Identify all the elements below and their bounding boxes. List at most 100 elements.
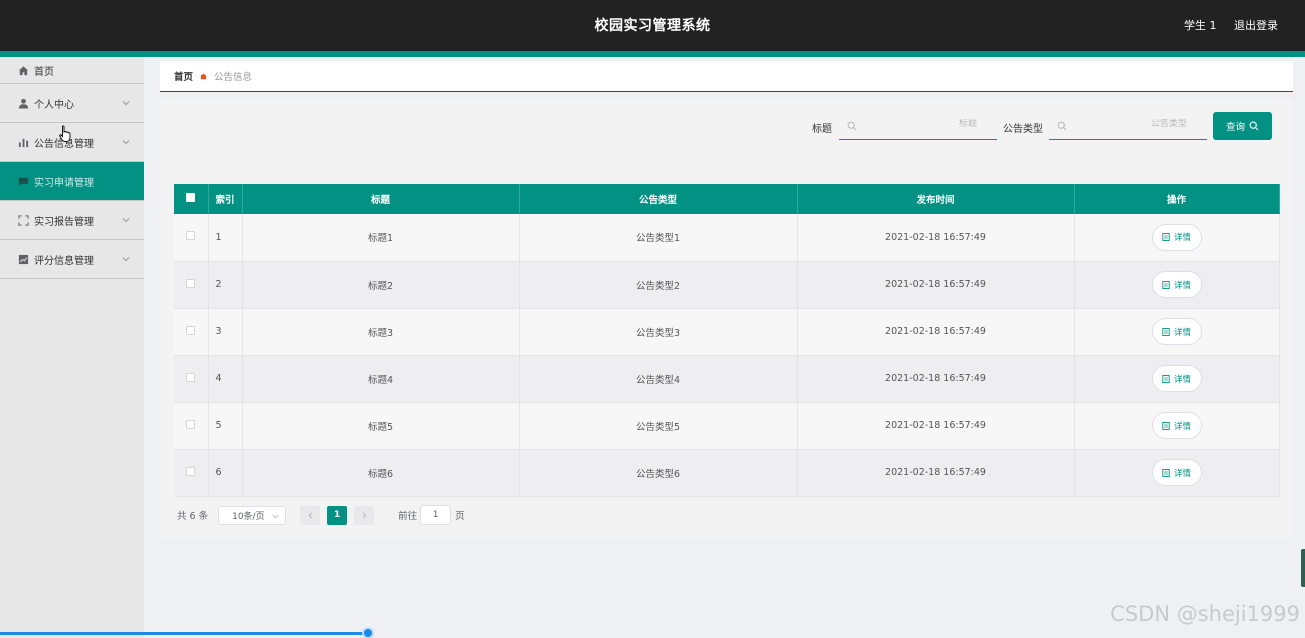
chevron-left-icon — [308, 512, 312, 518]
time-cell: 2021-02-18 16:57:49 — [797, 402, 1075, 450]
row-select-cell — [174, 214, 209, 262]
table-row: 4 标题4 公告类型4 2021-02-18 16:57:49 详情 — [174, 355, 1280, 403]
select-all-checkbox[interactable] — [186, 193, 196, 202]
column-header: 公告类型 — [519, 184, 798, 214]
row-checkbox[interactable] — [186, 278, 196, 288]
logout-link[interactable]: 退出登录 — [1234, 19, 1278, 32]
chevron-down-icon — [122, 218, 130, 223]
table-row: 1 标题1 公告类型1 2021-02-18 16:57:49 详情 — [174, 214, 1280, 262]
column-header: 发布时间 — [797, 184, 1075, 214]
time-cell: 2021-02-18 16:57:49 — [797, 261, 1075, 309]
index-cell: 2 — [208, 261, 243, 309]
chevron-down-icon — [122, 101, 130, 106]
page-size-value: 10条/页 — [232, 511, 265, 522]
next-page-button[interactable] — [354, 505, 375, 525]
type-cell: 公告类型1 — [519, 214, 798, 262]
trend-chart-icon — [18, 254, 29, 264]
detail-button[interactable]: 详情 — [1151, 271, 1202, 298]
detail-button[interactable]: 详情 — [1151, 412, 1202, 439]
title-cell: 标题2 — [242, 261, 520, 309]
video-progress-bar[interactable] — [0, 632, 368, 635]
detail-button[interactable]: 详情 — [1151, 318, 1202, 345]
sidebar-item-notice-management[interactable]: 公告信息管理 — [0, 123, 144, 162]
type-cell: 公告类型5 — [519, 402, 798, 450]
home-icon — [18, 65, 29, 75]
content-panel: 标题 公告类型 查询 索引 标题 公告类型 发布时间 操作 — [160, 99, 1293, 538]
pagination: 共 6 条 10条/页 1 前往 页 — [177, 505, 465, 525]
chevron-down-icon — [122, 140, 130, 145]
sidebar-item-home[interactable]: 首页 — [0, 57, 144, 84]
column-header: 标题 — [242, 184, 520, 214]
video-progress-handle[interactable] — [362, 627, 374, 638]
goto-prefix: 前往 — [398, 511, 418, 522]
sidebar-item-internship-report[interactable]: 实习报告管理 — [0, 201, 144, 240]
chevron-right-icon — [362, 512, 367, 518]
mouse-pointer-icon — [59, 125, 71, 142]
sidebar-item-label: 评分信息管理 — [34, 255, 94, 267]
sidebar-item-internship-application[interactable]: 实习申请管理 — [0, 162, 144, 201]
time-cell: 2021-02-18 16:57:49 — [797, 308, 1075, 356]
row-select-cell — [174, 261, 209, 309]
document-icon — [1162, 280, 1170, 289]
action-cell: 详情 — [1074, 355, 1280, 403]
search-icon — [1057, 121, 1067, 131]
sidebar-item-label: 实习报告管理 — [34, 216, 94, 228]
prev-page-button[interactable] — [300, 505, 321, 525]
type-search-field — [1049, 112, 1207, 140]
action-cell: 详情 — [1074, 449, 1280, 497]
action-cell: 详情 — [1074, 402, 1280, 450]
type-cell: 公告类型6 — [519, 449, 798, 497]
breadcrumb: 首页 公告信息 — [160, 61, 1293, 92]
chevron-down-icon — [272, 514, 279, 518]
table-row: 5 标题5 公告类型5 2021-02-18 16:57:49 详情 — [174, 402, 1280, 450]
column-header: 索引 — [208, 184, 243, 214]
title-search-input[interactable] — [887, 119, 977, 129]
sidebar-item-label: 个人中心 — [34, 99, 74, 111]
type-cell: 公告类型4 — [519, 355, 798, 403]
page-size-select[interactable]: 10条/页 — [218, 505, 287, 525]
breadcrumb-home[interactable]: 首页 — [174, 69, 193, 83]
table-row: 3 标题3 公告类型3 2021-02-18 16:57:49 详情 — [174, 308, 1280, 356]
breadcrumb-separator-icon — [200, 73, 207, 79]
sidebar-item-score-management[interactable]: 评分信息管理 — [0, 240, 144, 279]
user-area: 学生 1 退出登录 — [1170, 17, 1278, 33]
row-checkbox[interactable] — [186, 325, 196, 335]
detail-button[interactable]: 详情 — [1151, 459, 1202, 486]
goto-suffix: 页 — [455, 511, 465, 522]
app-title: 校园实习管理系统 — [594, 18, 711, 34]
goto-page-input[interactable] — [420, 505, 452, 525]
query-button[interactable]: 查询 — [1213, 112, 1272, 140]
page-number-current[interactable]: 1 — [327, 505, 348, 525]
title-cell: 标题3 — [242, 308, 520, 356]
search-icon — [847, 121, 857, 131]
time-cell: 2021-02-18 16:57:49 — [797, 449, 1075, 497]
header-accent-strip — [0, 51, 1305, 57]
notice-table: 索引 标题 公告类型 发布时间 操作 1 标题1 公告类型1 2021-02-1… — [174, 184, 1280, 497]
bar-chart-icon — [18, 138, 29, 147]
row-checkbox[interactable] — [186, 372, 196, 382]
sidebar-item-personal-center[interactable]: 个人中心 — [0, 84, 144, 123]
index-cell: 4 — [208, 355, 243, 403]
row-checkbox[interactable] — [186, 419, 196, 429]
type-search-input[interactable] — [1097, 119, 1187, 129]
document-icon — [1162, 327, 1170, 336]
action-cell: 详情 — [1074, 214, 1280, 262]
row-select-cell — [174, 355, 209, 403]
row-checkbox[interactable] — [186, 231, 196, 241]
detail-button[interactable]: 详情 — [1151, 223, 1202, 251]
pagination-total: 共 6 条 — [177, 511, 209, 522]
search-icon — [1249, 121, 1259, 131]
document-icon — [1162, 374, 1170, 383]
message-icon — [18, 177, 29, 186]
row-select-cell — [174, 449, 209, 497]
title-cell: 标题1 — [242, 214, 520, 262]
table-header-row: 索引 标题 公告类型 发布时间 操作 — [174, 184, 1280, 214]
detail-button[interactable]: 详情 — [1151, 365, 1202, 392]
current-user[interactable]: 学生 1 — [1184, 19, 1217, 32]
document-icon — [1162, 421, 1170, 430]
title-cell: 标题5 — [242, 402, 520, 450]
row-checkbox[interactable] — [186, 466, 196, 476]
edge-widget — [1301, 549, 1305, 587]
title-cell: 标题6 — [242, 449, 520, 497]
select-all-cell[interactable] — [174, 184, 209, 214]
